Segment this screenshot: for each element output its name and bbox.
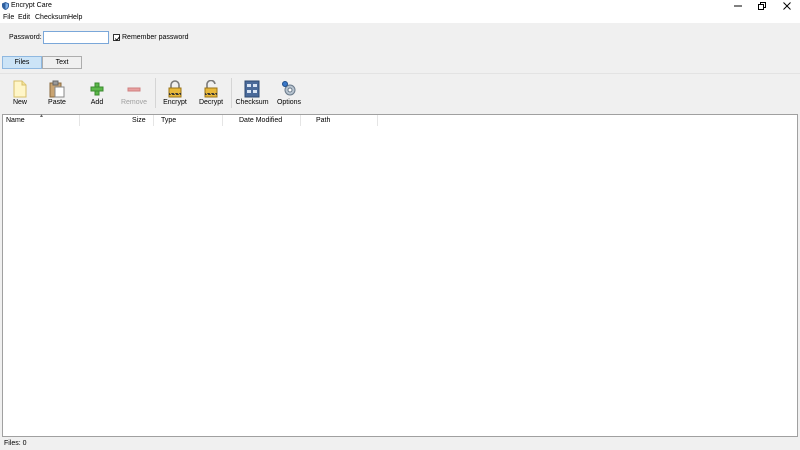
paste-icon bbox=[49, 80, 65, 98]
checksum-label: Checksum bbox=[235, 99, 269, 106]
tab-text-label: Text bbox=[55, 59, 69, 66]
column-path[interactable]: Path bbox=[316, 117, 330, 124]
encrypt-label: Encrypt bbox=[163, 99, 187, 106]
tab-files[interactable]: Files bbox=[2, 56, 42, 69]
toolbar-separator bbox=[155, 78, 156, 108]
menu-help[interactable]: Help bbox=[68, 14, 82, 21]
column-name[interactable]: Name bbox=[6, 117, 25, 124]
new-file-icon bbox=[13, 80, 27, 98]
lock-icon bbox=[168, 80, 182, 98]
checkmark-icon bbox=[114, 36, 121, 41]
column-divider[interactable] bbox=[222, 115, 223, 126]
toolbar-separator bbox=[231, 78, 232, 108]
column-divider[interactable] bbox=[377, 115, 378, 126]
column-divider[interactable] bbox=[300, 115, 301, 126]
status-file-count: Files: 0 bbox=[4, 440, 27, 447]
menu-checksum[interactable]: Checksum bbox=[35, 14, 68, 21]
restore-icon bbox=[758, 2, 766, 10]
tab-files-label: Files bbox=[14, 59, 30, 66]
menu-edit[interactable]: Edit bbox=[18, 14, 30, 21]
minimize-button[interactable] bbox=[726, 0, 750, 12]
checksum-icon bbox=[244, 80, 260, 98]
column-date-modified[interactable]: Date Modified bbox=[239, 117, 282, 124]
remember-password-checkbox[interactable] bbox=[113, 34, 121, 41]
options-icon bbox=[282, 81, 296, 96]
new-button[interactable]: New bbox=[2, 78, 38, 110]
minimize-icon bbox=[734, 5, 742, 7]
remove-label: Remove bbox=[120, 99, 148, 106]
remove-button[interactable]: Remove bbox=[116, 78, 152, 110]
column-divider[interactable] bbox=[153, 115, 154, 126]
checksum-button[interactable]: Checksum bbox=[234, 78, 270, 110]
file-list[interactable]: Name ▲ Size Type Date Modified Path bbox=[2, 113, 798, 437]
decrypt-button[interactable]: Decrypt bbox=[193, 78, 229, 110]
paste-label: Paste bbox=[48, 99, 66, 106]
add-icon bbox=[90, 82, 104, 96]
column-divider[interactable] bbox=[79, 115, 80, 126]
menu-bar: File Edit Checksum Help bbox=[0, 12, 800, 23]
add-label: Add bbox=[90, 99, 104, 106]
remember-password-label[interactable]: Remember password bbox=[122, 34, 189, 41]
restore-button[interactable] bbox=[750, 0, 774, 12]
menu-file[interactable]: File bbox=[3, 14, 14, 21]
sort-ascending-icon: ▲ bbox=[39, 113, 44, 119]
password-label: Password: bbox=[9, 34, 42, 41]
close-button[interactable] bbox=[775, 0, 799, 12]
password-input[interactable] bbox=[43, 31, 109, 44]
decrypt-label: Decrypt bbox=[198, 99, 224, 106]
window-title: Encrypt Care bbox=[11, 2, 52, 9]
app-shield-icon bbox=[2, 2, 9, 10]
title-bar: Encrypt Care bbox=[0, 0, 800, 12]
options-label: Options bbox=[276, 99, 302, 106]
add-button[interactable]: Add bbox=[79, 78, 115, 110]
tab-text[interactable]: Text bbox=[42, 56, 82, 69]
paste-button[interactable]: Paste bbox=[39, 78, 75, 110]
remove-icon bbox=[127, 87, 141, 92]
toolbar-divider bbox=[0, 73, 800, 74]
column-size[interactable]: Size bbox=[132, 117, 146, 124]
new-label: New bbox=[12, 99, 27, 106]
unlock-icon bbox=[204, 80, 218, 98]
column-type[interactable]: Type bbox=[161, 117, 176, 124]
options-button[interactable]: Options bbox=[271, 78, 307, 110]
close-icon bbox=[783, 2, 791, 10]
encrypt-button[interactable]: Encrypt bbox=[157, 78, 193, 110]
